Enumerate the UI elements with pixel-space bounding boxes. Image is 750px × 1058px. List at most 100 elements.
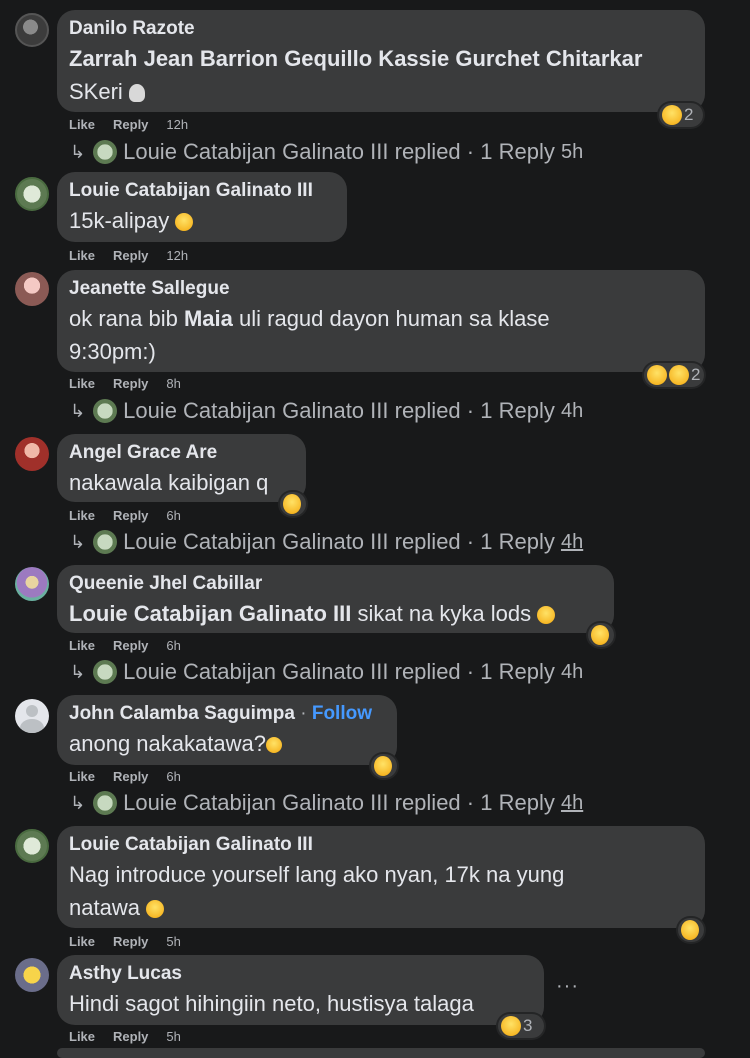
comment-mention[interactable]: Maia <box>184 306 233 331</box>
reply-arrow-icon: ↳ <box>70 400 86 421</box>
reaction-count[interactable]: 2 <box>644 363 704 387</box>
like-button[interactable]: Like <box>69 117 95 132</box>
laughing-emoji-icon <box>662 105 682 125</box>
reaction-count[interactable]: 2 <box>659 103 703 127</box>
avatar <box>93 791 118 815</box>
view-replies-link[interactable]: ↳ Louie Catabijan Galinato III replied ·… <box>70 529 583 555</box>
comment-actions: Like Reply 12h <box>69 117 206 132</box>
avatar[interactable] <box>15 829 49 863</box>
reaction-count[interactable] <box>588 623 614 647</box>
comment-bubble: Danilo Razote Zarrah Jean Barrion Gequil… <box>57 10 705 112</box>
like-button[interactable]: Like <box>69 248 95 263</box>
avatar[interactable] <box>15 567 49 601</box>
comment-time[interactable]: 12h <box>166 117 188 132</box>
comment-text: ok rana bib Maia uli ragud dayon human s… <box>69 306 550 331</box>
reply-button[interactable]: Reply <box>113 376 148 391</box>
avatar <box>93 140 118 164</box>
like-button[interactable]: Like <box>69 638 95 653</box>
reaction-count[interactable] <box>678 918 704 942</box>
like-button[interactable]: Like <box>69 376 95 391</box>
comment-bubble: Angel Grace Are nakawala kaibigan q <box>57 434 306 502</box>
comment-author[interactable]: Louie Catabijan Galinato III <box>69 178 335 204</box>
avatar[interactable] <box>15 958 49 992</box>
view-replies-link[interactable]: ↳ Louie Catabijan Galinato III replied ·… <box>70 659 583 685</box>
like-button[interactable]: Like <box>69 508 95 523</box>
comment-author[interactable]: Asthy Lucas <box>69 961 532 987</box>
crying-emoji-icon <box>669 365 689 385</box>
reaction-count[interactable]: 3 <box>498 1014 544 1038</box>
reply-arrow-icon: ↳ <box>70 531 86 552</box>
reply-button[interactable]: Reply <box>113 248 148 263</box>
comment-bubble: Louie Catabijan Galinato III 15k-alipay <box>57 172 347 242</box>
replier-name: Louie Catabijan Galinato III <box>123 529 389 554</box>
reply-button[interactable]: Reply <box>113 117 148 132</box>
reply-button[interactable]: Reply <box>113 1029 148 1044</box>
avatar <box>93 660 118 684</box>
avatar[interactable] <box>15 437 49 471</box>
comment-bubble: Asthy Lucas Hindi sagot hihingiin neto, … <box>57 955 544 1025</box>
comment-time[interactable]: 8h <box>166 376 180 391</box>
comment-author[interactable]: Queenie Jhel Cabillar <box>69 571 602 597</box>
comment-time[interactable]: 6h <box>166 638 180 653</box>
comment-bubble: John Calamba Saguimpa · Follow anong nak… <box>57 695 397 765</box>
comment-text: Hindi sagot hihingiin neto, hustisya tal… <box>69 991 474 1016</box>
avatar[interactable] <box>15 272 49 306</box>
comment-author[interactable]: Danilo Razote <box>69 16 693 42</box>
comment-author[interactable]: Jeanette Sallegue <box>69 276 693 302</box>
follow-button[interactable]: Follow <box>312 703 372 724</box>
comment-mention[interactable]: Zarrah Jean Barrion Gequillo Kassie Gurc… <box>69 42 693 75</box>
default-avatar-body <box>20 719 44 733</box>
comment-time[interactable]: 5h <box>166 1029 180 1044</box>
reply-arrow-icon: ↳ <box>70 141 86 162</box>
comment-text: SKeri <box>69 75 693 108</box>
replier-name: Louie Catabijan Galinato III <box>123 659 389 684</box>
comment-author[interactable]: John Calamba Saguimpa · Follow <box>69 701 385 727</box>
avatar[interactable] <box>15 13 49 47</box>
comment-time[interactable]: 12h <box>166 248 188 263</box>
comment-text: nakawala kaibigan q <box>69 470 269 495</box>
replier-name: Louie Catabijan Galinato III <box>123 398 389 423</box>
comment-actions: Like Reply 12h <box>69 248 206 263</box>
reply-button[interactable]: Reply <box>113 769 148 784</box>
comment-text: Louie Catabijan Galinato III sikat na ky… <box>69 597 602 630</box>
replier-name: Louie Catabijan Galinato III <box>123 139 389 164</box>
laughing-emoji-icon <box>591 625 609 645</box>
comment-bubble: Louie Catabijan Galinato III Nag introdu… <box>57 826 705 928</box>
comment-author[interactable]: Angel Grace Are <box>69 440 294 466</box>
comment-bubble: Jeanette Sallegue ok rana bib Maia uli r… <box>57 270 705 372</box>
comment-bubble-partial <box>57 1048 705 1058</box>
avatar[interactable] <box>15 177 49 211</box>
comment-text-line2: 9:30pm:) <box>69 339 156 364</box>
reaction-count[interactable] <box>280 492 306 516</box>
reply-arrow-icon: ↳ <box>70 661 86 682</box>
avatar <box>93 530 118 554</box>
view-replies-link[interactable]: ↳ Louie Catabijan Galinato III replied ·… <box>70 398 583 424</box>
comment-mention[interactable]: Louie Catabijan Galinato III <box>69 601 351 626</box>
comment-time[interactable]: 5h <box>166 934 180 949</box>
comment-text: Nag introduce yourself lang ako nyan, 17… <box>69 862 565 887</box>
like-button[interactable]: Like <box>69 1029 95 1044</box>
grinning-sweat-emoji-icon <box>537 606 556 625</box>
default-avatar-icon <box>26 705 38 717</box>
comment-time[interactable]: 6h <box>166 508 180 523</box>
reaction-count[interactable] <box>371 754 397 778</box>
reply-button[interactable]: Reply <box>113 508 148 523</box>
comment-time[interactable]: 6h <box>166 769 180 784</box>
avatar[interactable] <box>15 699 49 733</box>
shocked-emoji-icon <box>175 213 194 232</box>
like-button[interactable]: Like <box>69 934 95 949</box>
view-replies-link[interactable]: ↳ Louie Catabijan Galinato III replied ·… <box>70 790 583 816</box>
view-replies-link[interactable]: ↳ Louie Catabijan Galinato III replied ·… <box>70 139 583 165</box>
replier-name: Louie Catabijan Galinato III <box>123 790 389 815</box>
more-options-button[interactable]: ··· <box>556 975 579 998</box>
comment-actions: Like Reply 5h <box>69 1029 199 1044</box>
frowning-emoji-icon <box>265 737 282 754</box>
comment-actions: Like Reply 6h <box>69 508 199 523</box>
reply-button[interactable]: Reply <box>113 934 148 949</box>
reply-button[interactable]: Reply <box>113 638 148 653</box>
comment-author[interactable]: Louie Catabijan Galinato III <box>69 832 693 858</box>
comment-text: anong nakakatawa? <box>69 727 385 760</box>
comment-text-line2: natawa <box>69 891 693 924</box>
like-button[interactable]: Like <box>69 769 95 784</box>
comment-actions: Like Reply 6h <box>69 769 199 784</box>
